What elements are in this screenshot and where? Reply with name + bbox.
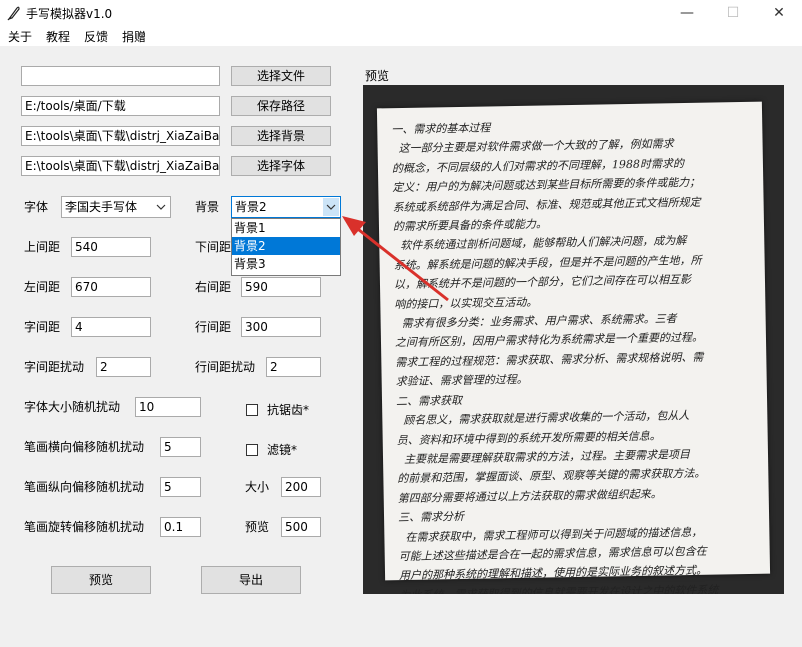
rotation-input[interactable]: 0.1	[160, 517, 201, 537]
font-select-value: 李国夫手写体	[65, 200, 138, 214]
handwriting-paper: 一、需求的基本过程 这一部分主要是对软件需求做一个大致的了解，例如需求 的概念，…	[376, 101, 771, 594]
char-spacing-jitter-input[interactable]: 2	[96, 357, 151, 377]
feather-pen-icon	[7, 6, 20, 21]
font-size-jitter-label: 字体大小随机扰动	[24, 400, 121, 414]
font-select[interactable]: 李国夫手写体	[61, 196, 171, 218]
font-size-jitter-input[interactable]: 10	[135, 397, 201, 417]
select-font-button[interactable]: 选择字体	[231, 156, 331, 176]
save-path-button[interactable]: 保存路径	[231, 96, 331, 116]
font-path-input[interactable]: E:\tools\桌面\下载\distrj_XiaZaiBa\	[21, 156, 220, 176]
menu-bar: 关于 教程 反馈 捐赠	[0, 26, 802, 46]
background-option-2[interactable]: 背景2	[232, 237, 340, 255]
annotation-arrow-icon	[342, 216, 449, 302]
background-select-value: 背景2	[235, 200, 267, 214]
rotation-label: 笔画旋转偏移随机扰动	[24, 520, 145, 534]
minimize-button[interactable]: —	[664, 0, 710, 26]
preview-title: 预览	[365, 69, 390, 83]
menu-donate[interactable]: 捐赠	[122, 28, 146, 45]
size-label: 大小	[245, 480, 270, 494]
left-margin-label: 左间距	[24, 280, 61, 294]
select-background-button[interactable]: 选择背景	[231, 126, 331, 146]
background-option-1[interactable]: 背景1	[232, 219, 340, 237]
font-label: 字体	[24, 200, 49, 214]
menu-about[interactable]: 关于	[8, 28, 32, 45]
preview-button[interactable]: 预览	[51, 566, 151, 594]
background-dropdown-list: 背景1 背景2 背景3	[231, 218, 341, 276]
preview-image: 一、需求的基本过程 这一部分主要是对软件需求做一个大致的了解，例如需求 的概念，…	[363, 85, 784, 594]
background-select[interactable]: 背景2	[231, 196, 341, 218]
h-offset-label: 笔画横向偏移随机扰动	[24, 440, 145, 454]
char-spacing-jitter-label: 字间距扰动	[24, 360, 85, 374]
close-button[interactable]: ✕	[756, 0, 802, 26]
line-spacing-jitter-label: 行间距扰动	[195, 360, 256, 374]
bottom-margin-label: 下间距	[195, 240, 232, 254]
handwriting-text: 一、需求的基本过程 这一部分主要是对软件需求做一个大致的了解，例如需求 的概念，…	[391, 121, 719, 594]
save-path-input[interactable]: E:/tools/桌面/下载	[21, 96, 220, 116]
background-label: 背景	[195, 200, 220, 214]
window-title: 手写模拟器v1.0	[26, 7, 113, 21]
background-option-3[interactable]: 背景3	[232, 255, 340, 273]
export-button[interactable]: 导出	[201, 566, 301, 594]
line-spacing-input[interactable]: 300	[241, 317, 321, 337]
menu-feedback[interactable]: 反馈	[84, 28, 108, 45]
select-file-button[interactable]: 选择文件	[231, 66, 331, 86]
top-margin-label: 上间距	[24, 240, 61, 254]
size-input[interactable]: 200	[281, 477, 321, 497]
filter-label: 滤镜*	[267, 443, 298, 457]
text-file-input[interactable]	[21, 66, 220, 86]
maximize-button[interactable]: ☐	[710, 0, 756, 26]
char-spacing-label: 字间距	[24, 320, 61, 334]
right-margin-input[interactable]: 590	[241, 277, 321, 297]
line-spacing-jitter-input[interactable]: 2	[266, 357, 321, 377]
antialias-checkbox[interactable]	[246, 404, 258, 416]
chevron-down-icon	[156, 204, 166, 210]
right-margin-label: 右间距	[195, 280, 232, 294]
v-offset-input[interactable]: 5	[160, 477, 201, 497]
char-spacing-input[interactable]: 4	[71, 317, 151, 337]
preview-size-input[interactable]: 500	[281, 517, 321, 537]
preview-size-label: 预览	[245, 520, 270, 534]
left-margin-input[interactable]: 670	[71, 277, 151, 297]
top-margin-input[interactable]: 540	[71, 237, 151, 257]
menu-tutorial[interactable]: 教程	[46, 28, 70, 45]
filter-checkbox[interactable]	[246, 444, 258, 456]
antialias-label: 抗锯齿*	[267, 403, 310, 417]
background-path-input[interactable]: E:\tools\桌面\下载\distrj_XiaZaiBa\	[21, 126, 220, 146]
h-offset-input[interactable]: 5	[160, 437, 201, 457]
line-spacing-label: 行间距	[195, 320, 232, 334]
title-bar: 手写模拟器v1.0 — ☐ ✕	[0, 0, 802, 26]
v-offset-label: 笔画纵向偏移随机扰动	[24, 480, 145, 494]
